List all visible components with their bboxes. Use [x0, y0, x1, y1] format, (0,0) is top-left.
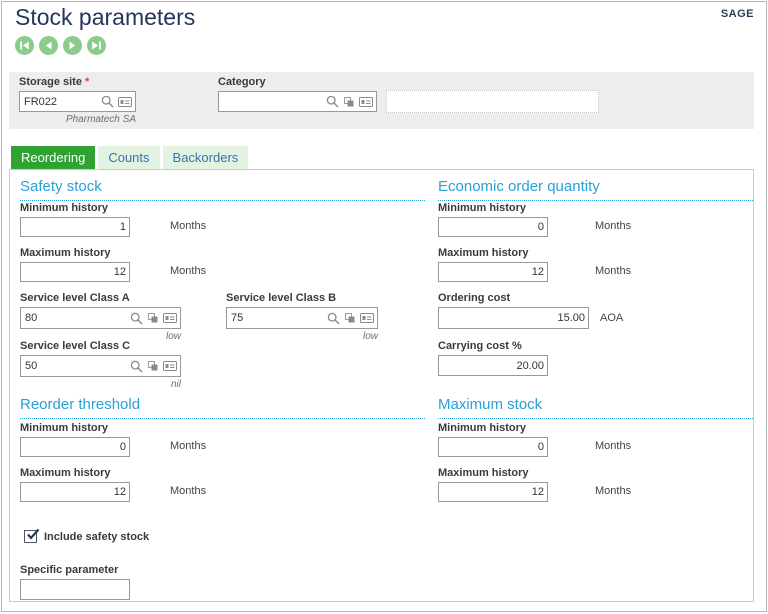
section-title-reorder-threshold: Reorder threshold — [20, 396, 425, 419]
first-record-icon[interactable] — [15, 36, 34, 55]
service-level-c-field — [20, 355, 181, 377]
section-title-economic-order-quantity: Economic order quantity — [438, 178, 753, 201]
reordering-tab-content: Safety stock Minimum history Months Maxi… — [9, 169, 754, 602]
maxstock-max-history-field — [438, 482, 548, 502]
detail-card-icon[interactable] — [118, 96, 132, 108]
lookup-icon[interactable] — [101, 95, 114, 108]
carrying-cost-label: Carrying cost % — [438, 340, 522, 352]
service-level-c-label: Service level Class C — [20, 340, 131, 352]
next-record-icon[interactable] — [63, 36, 82, 55]
eoq-max-history-label: Maximum history — [438, 247, 529, 259]
service-level-c-hint: nil — [170, 379, 181, 390]
detail-card-icon[interactable] — [163, 360, 177, 372]
selection-list-icon[interactable] — [147, 360, 159, 372]
reorder-min-history-label: Minimum history — [20, 422, 109, 434]
ordering-cost-label: Ordering cost — [438, 292, 511, 304]
stock-parameters-window: Stock parameters SAGE Storage site* Phar… — [1, 1, 767, 612]
maxstock-min-history-input[interactable] — [443, 441, 544, 453]
safety-min-history-unit: Months — [170, 220, 207, 232]
include-safety-stock-label: Include safety stock — [44, 531, 150, 543]
lookup-icon[interactable] — [326, 95, 339, 108]
eoq-min-history-field — [438, 217, 548, 237]
reorder-max-history-field — [20, 482, 130, 502]
category-label: Category — [218, 76, 266, 88]
reorder-min-history-input[interactable] — [25, 441, 126, 453]
ordering-cost-field — [438, 307, 589, 329]
eoq-min-history-label: Minimum history — [438, 202, 527, 214]
service-level-c-input[interactable] — [25, 360, 127, 372]
section-title-safety-stock: Safety stock — [20, 178, 425, 201]
specific-parameter-label: Specific parameter — [20, 564, 119, 576]
maxstock-max-history-unit: Months — [595, 485, 632, 497]
reorder-max-history-label: Maximum history — [20, 467, 111, 479]
safety-min-history-input[interactable] — [25, 221, 126, 233]
safety-max-history-input[interactable] — [25, 266, 126, 278]
reorder-max-history-unit: Months — [170, 485, 207, 497]
tab-reordering[interactable]: Reordering — [11, 146, 96, 169]
service-level-b-field — [226, 307, 378, 329]
service-level-b-label: Service level Class B — [226, 292, 337, 304]
eoq-max-history-field — [438, 262, 548, 282]
category-description-input[interactable] — [386, 90, 599, 113]
last-record-icon[interactable] — [87, 36, 106, 55]
eoq-min-history-unit: Months — [595, 220, 632, 232]
previous-record-icon[interactable] — [39, 36, 58, 55]
tab-counts[interactable]: Counts — [98, 146, 160, 169]
eoq-max-history-input[interactable] — [443, 266, 544, 278]
required-marker: * — [84, 76, 90, 88]
category-input[interactable] — [223, 95, 323, 108]
storage-site-input[interactable] — [24, 95, 98, 108]
reorder-min-history-unit: Months — [170, 440, 207, 452]
safety-min-history-field — [20, 217, 130, 237]
service-level-a-field — [20, 307, 181, 329]
specific-parameter-input[interactable] — [25, 583, 126, 596]
eoq-max-history-unit: Months — [595, 265, 632, 277]
section-title-maximum-stock: Maximum stock — [438, 396, 753, 419]
service-level-b-hint: low — [362, 331, 378, 342]
tab-backorders[interactable]: Backorders — [162, 146, 249, 169]
selection-list-icon[interactable] — [147, 312, 159, 324]
carrying-cost-input[interactable] — [443, 359, 544, 372]
detail-card-icon[interactable] — [163, 312, 177, 324]
lookup-icon[interactable] — [130, 312, 143, 325]
service-level-a-label: Service level Class A — [20, 292, 130, 304]
eoq-min-history-input[interactable] — [443, 221, 544, 233]
reorder-min-history-field — [20, 437, 130, 457]
maxstock-min-history-label: Minimum history — [438, 422, 527, 434]
checkbox-box[interactable] — [24, 528, 40, 543]
storage-site-field — [19, 91, 136, 112]
storage-site-label: Storage site * — [19, 76, 90, 88]
lookup-icon[interactable] — [327, 312, 340, 325]
service-level-b-input[interactable] — [231, 312, 324, 324]
sage-logo: SAGE — [720, 8, 754, 20]
criteria-panel: Storage site* Pharmatech SA Category — [9, 72, 754, 129]
detail-card-icon[interactable] — [360, 312, 374, 324]
maxstock-max-history-input[interactable] — [443, 486, 544, 498]
safety-min-history-label: Minimum history — [20, 202, 109, 214]
page-title: Stock parameters — [15, 4, 196, 30]
safety-max-history-field — [20, 262, 130, 282]
category-field — [218, 91, 377, 112]
safety-max-history-unit: Months — [170, 265, 207, 277]
service-level-a-input[interactable] — [25, 312, 127, 324]
carrying-cost-field — [438, 355, 548, 376]
storage-site-hint: Pharmatech SA — [65, 114, 136, 125]
record-navigation — [15, 36, 106, 55]
include-safety-stock-checkbox[interactable]: Include safety stock — [24, 528, 149, 543]
ordering-cost-currency: AOA — [600, 312, 624, 324]
selection-list-icon[interactable] — [343, 96, 355, 108]
detail-card-icon[interactable] — [359, 96, 373, 108]
tab-bar: Reordering Counts Backorders — [11, 146, 249, 169]
reorder-max-history-input[interactable] — [25, 486, 126, 498]
safety-max-history-label: Maximum history — [20, 247, 111, 259]
maxstock-max-history-label: Maximum history — [438, 467, 529, 479]
specific-parameter-field — [20, 579, 130, 600]
lookup-icon[interactable] — [130, 360, 143, 373]
maxstock-min-history-field — [438, 437, 548, 457]
ordering-cost-input[interactable] — [443, 312, 585, 324]
maxstock-min-history-unit: Months — [595, 440, 632, 452]
selection-list-icon[interactable] — [344, 312, 356, 324]
